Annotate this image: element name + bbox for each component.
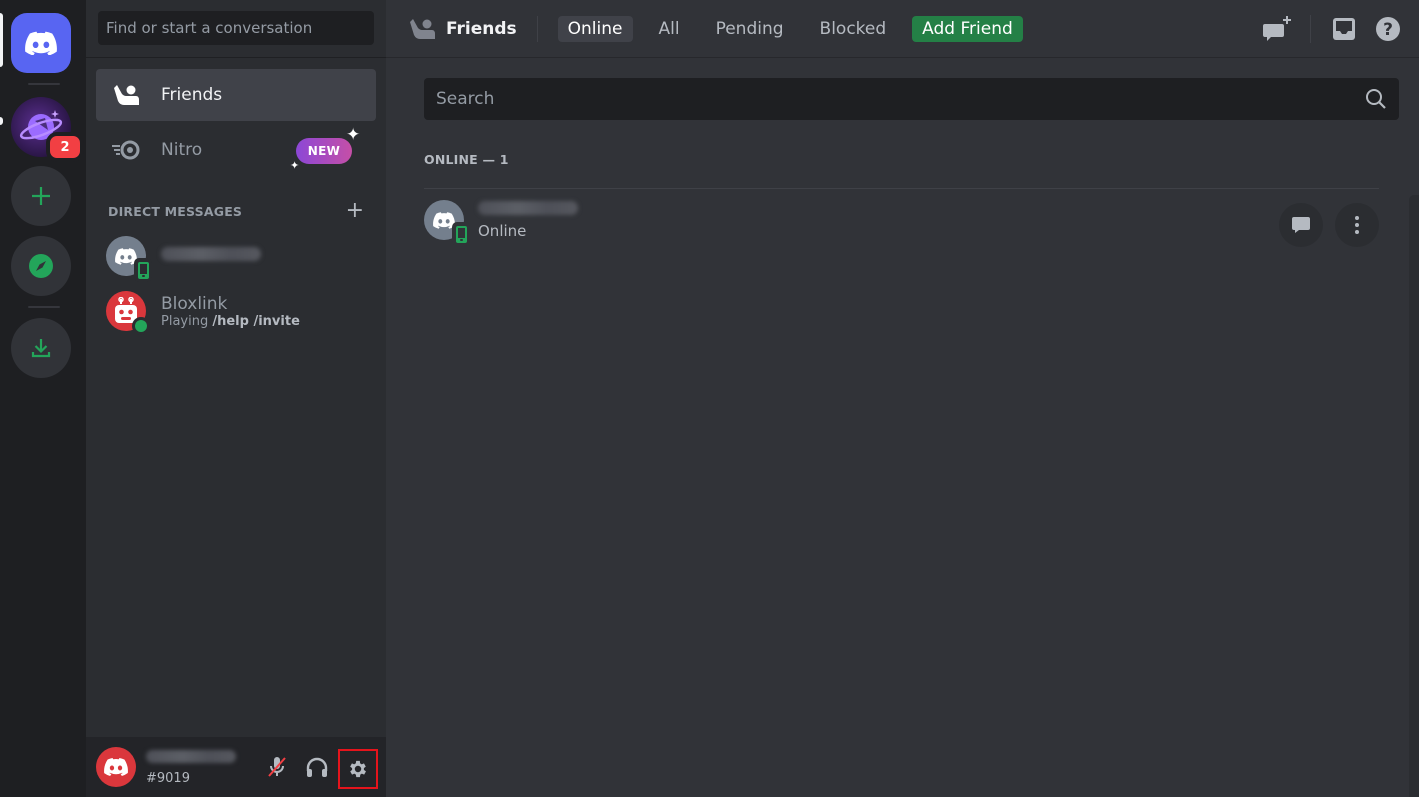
headphones-icon (306, 757, 328, 777)
download-apps-button[interactable] (11, 318, 71, 378)
tab-blocked[interactable]: Blocked (810, 16, 897, 42)
user-panel: #9019 (86, 737, 386, 797)
more-options-button[interactable] (1335, 203, 1379, 247)
user-discriminator: #9019 (146, 771, 190, 786)
new-badge: NEW (296, 138, 352, 164)
help-icon: ? (1376, 17, 1400, 41)
dm-text: Bloxlink Playing /help /invite (146, 294, 300, 329)
unmute-button[interactable] (261, 751, 293, 783)
rail-separator (28, 306, 60, 308)
home-button[interactable] (11, 13, 71, 73)
user-info[interactable]: #9019 (146, 748, 246, 786)
friend-row[interactable]: Online (424, 189, 1379, 251)
search-placeholder: Search (436, 89, 495, 109)
avatar (106, 291, 150, 335)
sidebar-item-label: Friends (161, 85, 223, 105)
inbox-button[interactable] (1329, 14, 1359, 44)
discord-app: 2 Find or start a conversation Friends N… (0, 0, 1419, 797)
notification-badge: 2 (46, 132, 84, 162)
dm-item-bloxlink[interactable]: Bloxlink Playing /help /invite (96, 289, 376, 335)
nitro-icon (110, 134, 142, 166)
find-conversation-input[interactable]: Find or start a conversation (98, 11, 374, 45)
direct-messages-header: DIRECT MESSAGES + (108, 200, 364, 222)
topbar-right-actions: ? (1262, 0, 1419, 58)
unread-indicator (0, 117, 3, 125)
mic-muted-icon (268, 757, 286, 777)
friends-search-input[interactable]: Search (424, 78, 1399, 120)
tab-pending[interactable]: Pending (706, 16, 794, 42)
inbox-icon (1333, 18, 1355, 40)
friends-icon (110, 79, 142, 111)
rail-separator (28, 83, 60, 85)
friend-meta: Online (478, 200, 578, 240)
friend-name-redacted (478, 200, 578, 219)
username-redacted (146, 748, 246, 767)
dm-activity: Playing /help /invite (161, 313, 300, 329)
discord-logo-icon (25, 31, 57, 55)
dm-item[interactable] (96, 234, 376, 282)
user-avatar[interactable] (96, 747, 136, 787)
vertical-ellipsis-icon (1355, 216, 1359, 234)
tab-online[interactable]: Online (557, 15, 633, 42)
plus-icon (32, 187, 50, 205)
message-button[interactable] (1279, 203, 1323, 247)
compass-icon (29, 254, 53, 278)
create-dm-button[interactable]: + (346, 200, 364, 222)
discord-logo-icon (104, 758, 128, 776)
svg-text:?: ? (1383, 20, 1393, 40)
download-icon (31, 339, 51, 358)
avatar (106, 236, 152, 282)
main-content: Friends Online All Pending Blocked Add F… (386, 0, 1419, 797)
friend-status: Online (478, 222, 527, 240)
new-group-dm-button[interactable] (1262, 14, 1292, 44)
sidebar-item-nitro[interactable]: Nitro NEW ✦ ✦ (96, 124, 376, 176)
dm-name-redacted (161, 246, 261, 266)
tab-add-friend[interactable]: Add Friend (912, 15, 1023, 42)
topbar-divider (1310, 15, 1311, 43)
friends-icon (410, 18, 435, 39)
explore-servers-button[interactable] (11, 236, 71, 296)
tab-all[interactable]: All (649, 16, 690, 42)
dm-sidebar: Find or start a conversation Friends Nit… (86, 0, 386, 797)
online-status-icon (132, 317, 150, 335)
mobile-status-icon (452, 222, 470, 246)
friends-list-panel: Search ONLINE — 1 Online (424, 78, 1399, 251)
user-settings-button[interactable] (338, 749, 378, 789)
home-selected-indicator (0, 13, 3, 67)
chat-bubble-icon (1292, 217, 1310, 233)
gear-icon (350, 760, 366, 778)
add-server-button[interactable] (11, 166, 71, 226)
new-group-dm-icon (1263, 16, 1291, 41)
online-count-header: ONLINE — 1 (424, 152, 509, 167)
sparkle-icon: ✦ (346, 125, 361, 145)
page-title: Friends (446, 18, 517, 39)
sidebar-item-label: Nitro (161, 140, 203, 160)
server-rail: 2 (0, 0, 86, 797)
dm-name: Bloxlink (161, 293, 228, 314)
sidebar-search-container: Find or start a conversation (86, 0, 386, 58)
mobile-status-icon (134, 258, 152, 282)
direct-messages-title: DIRECT MESSAGES (108, 203, 243, 219)
help-button[interactable]: ? (1373, 14, 1403, 44)
sidebar-item-friends[interactable]: Friends (96, 69, 376, 121)
topbar-divider (536, 15, 538, 42)
scrollbar-track[interactable] (1409, 195, 1419, 797)
sparkle-icon: ✦ (290, 159, 300, 172)
search-icon (1366, 89, 1386, 109)
deafen-button[interactable] (301, 751, 333, 783)
avatar (424, 200, 470, 246)
top-bar: Friends Online All Pending Blocked Add F… (386, 0, 1419, 58)
